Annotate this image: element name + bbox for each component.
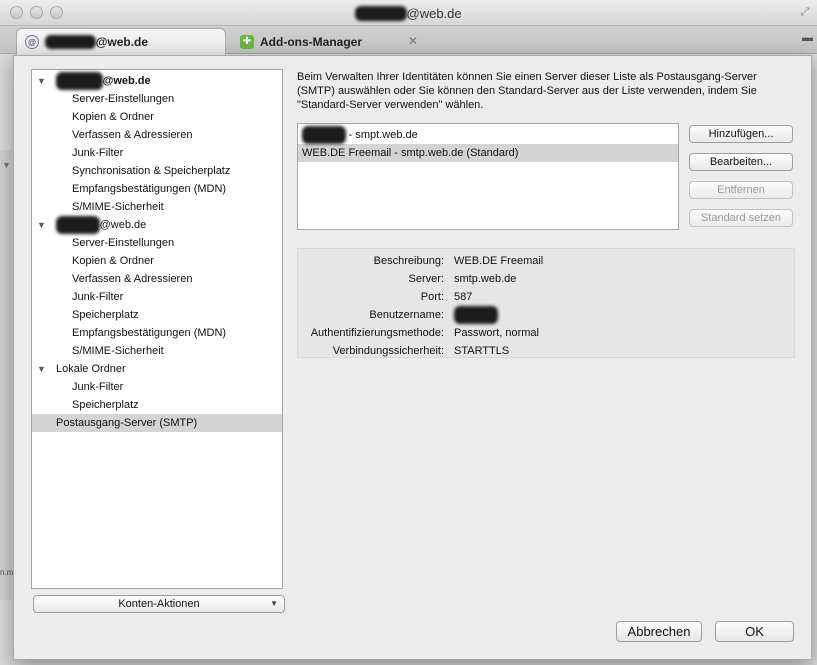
blurred-account-name: ninjane9 — [56, 72, 103, 90]
tree-item[interactable]: Server-Einstellungen — [32, 234, 282, 252]
outgoing-server-dialog: ▼ ninjane9@web.de Server-Einstellungen K… — [13, 55, 812, 660]
tree-item[interactable]: Verfassen & Adressieren — [32, 126, 282, 144]
tree-local-folders[interactable]: ▼ Lokale Ordner — [32, 360, 282, 378]
ok-button[interactable]: OK — [715, 621, 794, 642]
detail-auth-method: Authentifizierungsmethode: Passwort, nor… — [310, 327, 539, 339]
set-default-button[interactable]: Standard setzen — [689, 209, 793, 227]
twisty-down-icon[interactable]: ▼ — [37, 360, 46, 378]
cancel-button[interactable]: Abbrechen — [616, 621, 702, 642]
server-list-item-selected[interactable]: WEB.DE Freemail - smtp.web.de (Standard) — [298, 144, 678, 162]
tree-item-smtp-selected[interactable]: Postausgang-Server (SMTP) — [32, 414, 282, 432]
window-title: ninjane9@web.de — [355, 6, 462, 21]
tab-label: Add-ons-Manager — [260, 34, 362, 49]
detail-server: Server: smtp.web.de — [408, 273, 517, 285]
background-window-peek — [0, 150, 12, 600]
detail-description: Beschreibung: WEB.DE Freemail — [373, 255, 544, 267]
chevron-down-icon: ▼ — [270, 599, 278, 608]
edit-server-button[interactable]: Bearbeiten... — [689, 153, 793, 171]
blurred-account-name: ninjane9 — [355, 6, 407, 21]
detail-username: Benutzername: ninjane9 — [298, 306, 794, 324]
blurred-account-name: ninjane9 — [56, 216, 100, 234]
tree-item[interactable]: Junk-Filter — [32, 144, 282, 162]
mail-icon: @ — [25, 35, 39, 49]
puzzle-icon: ✚ — [240, 34, 254, 49]
tree-item[interactable]: S/MIME-Sicherheit — [32, 198, 282, 216]
tab-addons-manager[interactable]: ✚ Add-ons-Manager ✕ — [232, 28, 432, 55]
tree-item[interactable]: Empfangsbestätigungen (MDN) — [32, 324, 282, 342]
tab-list-icon[interactable]: ▬ — [802, 32, 813, 44]
tree-account-1[interactable]: ▼ ninjane9@web.de — [32, 72, 282, 90]
tree-item[interactable]: S/MIME-Sicherheit — [32, 342, 282, 360]
tree-item[interactable]: Speicherplatz — [32, 306, 282, 324]
tree-item[interactable]: Speicherplatz — [32, 396, 282, 414]
tree-item[interactable]: Verfassen & Adressieren — [32, 270, 282, 288]
blurred-account-name: ninjane9 — [45, 35, 96, 49]
background-text: n.m — [0, 568, 14, 577]
account-actions-dropdown[interactable]: Konten-Aktionen ▼ — [33, 595, 285, 613]
tree-item[interactable]: Junk-Filter — [32, 288, 282, 306]
tree-item[interactable]: Synchronisation & Speicherplatz — [32, 162, 282, 180]
tab-strip: @ ninjane9 @web.de ✚ Add-ons-Manager ✕ ▬ — [0, 26, 817, 55]
tree-account-2[interactable]: ▼ ninjane9@web.de — [32, 216, 282, 234]
detail-port: Port: 587 — [420, 291, 473, 303]
tree-item[interactable]: Kopien & Ordner — [32, 252, 282, 270]
blurred-account-name: ninjane9 — [302, 126, 346, 144]
twisty-down-icon[interactable]: ▼ — [37, 72, 46, 90]
detail-connection-security: Verbindungssicherheit: STARTTLS — [332, 345, 510, 357]
tree-item[interactable]: Kopien & Ordner — [32, 108, 282, 126]
fullscreen-icon[interactable]: ⤢ — [799, 6, 811, 18]
account-tree[interactable]: ▼ ninjane9@web.de Server-Einstellungen K… — [31, 69, 283, 589]
smtp-server-list[interactable]: ninjane9 - smpt.web.de WEB.DE Freemail -… — [297, 123, 679, 230]
smtp-description: Beim Verwalten Ihrer Identitäten können … — [297, 71, 757, 111]
triangle-down-icon: ▼ — [2, 160, 11, 170]
server-details-panel: Beschreibung: WEB.DE Freemail Server: sm… — [297, 248, 795, 358]
tree-item[interactable]: Server-Einstellungen — [32, 90, 282, 108]
add-server-button[interactable]: Hinzufügen... — [689, 125, 793, 143]
tree-item[interactable]: Junk-Filter — [32, 378, 282, 396]
tree-item[interactable]: Empfangsbestätigungen (MDN) — [32, 180, 282, 198]
account-actions-label: Konten-Aktionen — [118, 598, 200, 610]
close-icon[interactable]: ✕ — [408, 34, 418, 48]
tab-account-settings[interactable]: @ ninjane9 @web.de — [16, 28, 226, 55]
remove-server-button[interactable]: Entfernen — [689, 181, 793, 199]
blurred-username: ninjane9 — [454, 306, 498, 324]
twisty-down-icon[interactable]: ▼ — [37, 216, 46, 234]
server-list-item[interactable]: ninjane9 - smpt.web.de — [298, 126, 678, 144]
window-titlebar: ninjane9@web.de ⤢ — [0, 0, 817, 26]
